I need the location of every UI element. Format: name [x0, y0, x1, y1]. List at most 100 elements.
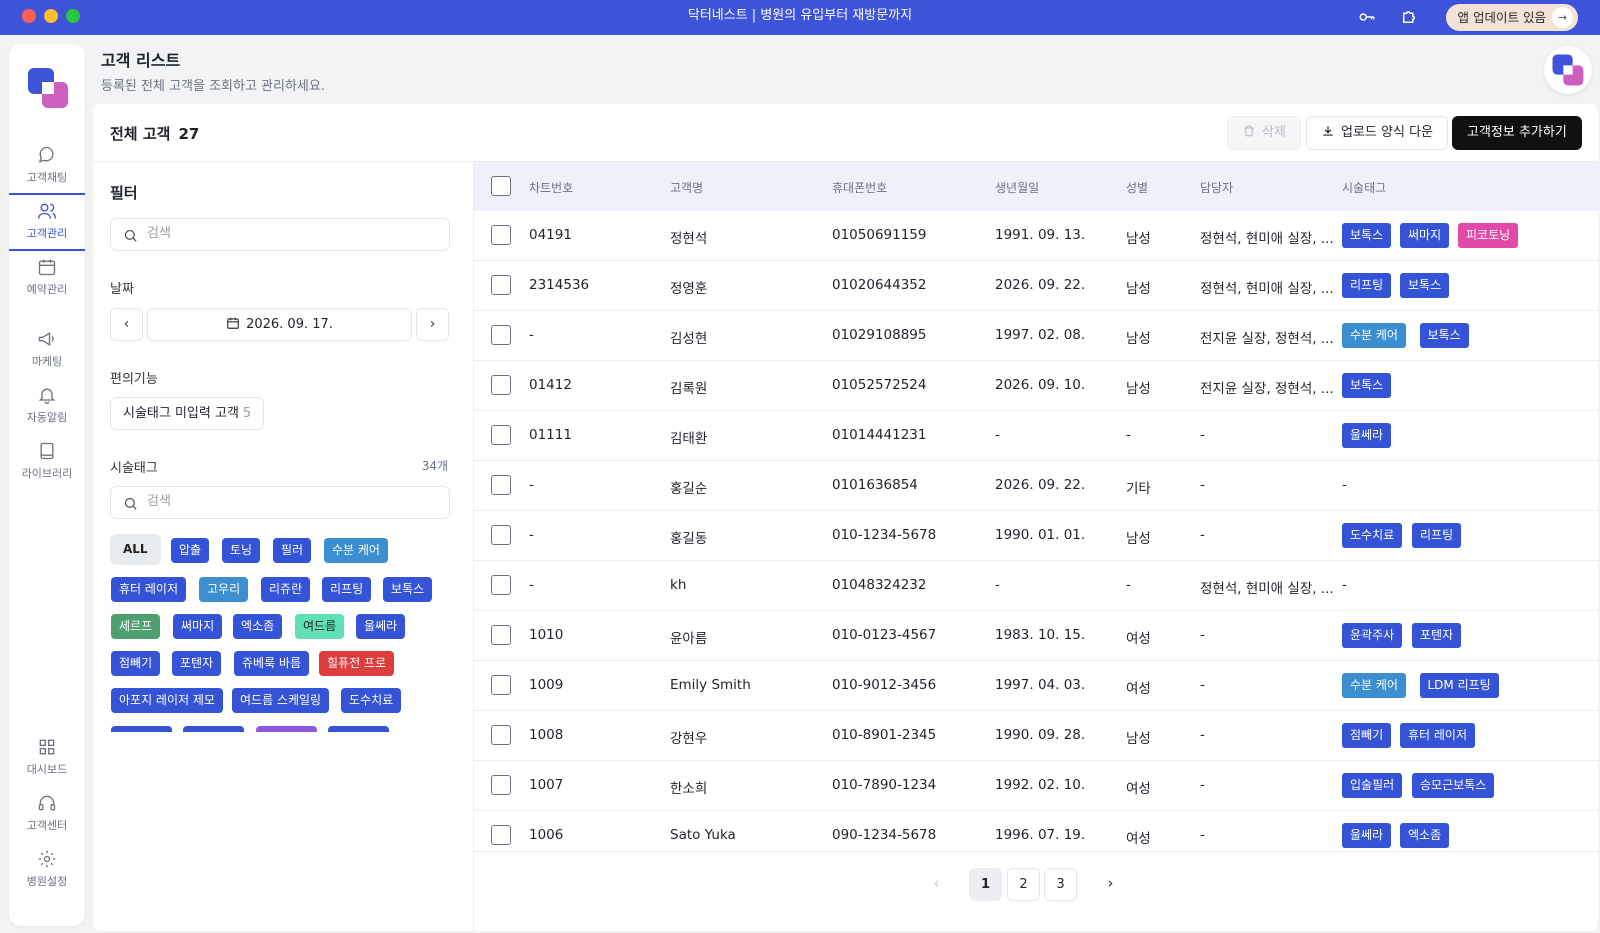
tag-chip[interactable]: 울쎄라	[1342, 423, 1392, 448]
tag-filter-chip[interactable]: 엑소좀	[233, 614, 283, 639]
tag-filter-chip[interactable]: 리쥬란	[261, 577, 311, 602]
row-checkbox[interactable]	[491, 375, 511, 395]
sidebar-item-settings[interactable]: 병원설정	[9, 845, 85, 899]
table-row[interactable]: - 홍길동 010-1234-5678 1990. 01. 01. 남성 - 도수치료 리프팅	[474, 511, 1598, 561]
tag-chip[interactable]: 리프팅	[1412, 523, 1462, 548]
tag-chip[interactable]: 수분 케어	[1342, 673, 1406, 698]
tag-filter-all[interactable]: ALL	[110, 534, 161, 565]
tag-chip[interactable]: 수분 케어	[1342, 323, 1406, 348]
row-checkbox[interactable]	[491, 825, 511, 845]
download-template-button[interactable]: 업로드 양식 다운	[1306, 116, 1448, 150]
table-row[interactable]: 1010 윤아름 010-0123-4567 1983. 10. 15. 여성 - 윤곽주사…	[474, 611, 1598, 661]
tag-filter-chip[interactable]: 여드름 스케일링	[232, 688, 330, 713]
tag-filter-chip[interactable]: 울쎄라	[356, 614, 406, 639]
row-checkbox[interactable]	[491, 575, 511, 595]
puzzle-icon[interactable]	[1400, 8, 1418, 26]
app-update-button[interactable]: 앱 업데이트 있음 →	[1445, 4, 1578, 31]
tag-chip[interactable]: 보톡스	[1342, 223, 1392, 248]
tag-chip[interactable]: 윤곽주사	[1342, 623, 1403, 648]
tag-chip[interactable]: LDM 리프팅	[1419, 673, 1499, 698]
filter-search[interactable]	[110, 218, 450, 251]
sidebar-item-library[interactable]: 라이브러리	[9, 437, 85, 491]
profile-avatar[interactable]	[1544, 46, 1592, 94]
table-row[interactable]: - 김성현 01029108895 1997. 02. 08. 남성 전지윤 실장, 정현…	[474, 311, 1598, 361]
tag-filter-chip-partial[interactable]	[111, 726, 172, 732]
delete-button[interactable]: 삭제	[1227, 116, 1301, 150]
table-row[interactable]: 01412 김록원 01052572524 2026. 09. 10. 남성 전지윤 실장…	[474, 361, 1598, 411]
column-header[interactable]: 고객명	[670, 179, 703, 196]
tag-chip[interactable]: 써마지	[1400, 223, 1450, 248]
sidebar-item-chat[interactable]: 고객채팅	[9, 141, 85, 195]
row-checkbox[interactable]	[491, 725, 511, 745]
column-header[interactable]: 생년월일	[995, 179, 1039, 196]
tag-filter-chip[interactable]: 보톡스	[383, 577, 433, 602]
untagged-customers-chip[interactable]: 시술태그 미입력 고객 5	[110, 397, 265, 430]
tag-filter-chip[interactable]: 리프팅	[322, 577, 372, 602]
tag-chip[interactable]: 휴터 레이저	[1400, 723, 1476, 748]
tag-chip[interactable]: 보톡스	[1342, 373, 1392, 398]
tag-filter-chip[interactable]: 포텐자	[172, 651, 222, 676]
row-checkbox[interactable]	[491, 625, 511, 645]
tag-chip[interactable]: 포텐자	[1412, 623, 1462, 648]
tag-filter-chip[interactable]: 쥬베룩 바름	[234, 651, 310, 676]
page-button[interactable]: 1	[969, 868, 1002, 901]
table-row[interactable]: 01111 김태환 01014441231 - - - 울쎄라	[474, 411, 1598, 461]
sidebar-item-notifications[interactable]: 자동알림	[9, 381, 85, 435]
table-row[interactable]: 1007 한소희 010-7890-1234 1992. 02. 10. 여성 - 입술필러…	[474, 761, 1598, 811]
tag-filter-chip-partial[interactable]	[256, 726, 317, 732]
select-all-checkbox[interactable]	[491, 176, 511, 196]
tag-chip[interactable]: 울쎄라	[1342, 823, 1392, 848]
tag-filter-chip[interactable]: 여드름	[295, 614, 345, 639]
tag-filter-chip[interactable]: 토닝	[222, 538, 261, 563]
sidebar-item-customers[interactable]: 고객관리	[9, 193, 85, 251]
row-checkbox[interactable]	[491, 525, 511, 545]
tag-filter-chip[interactable]: 아포지 레이저 제모	[111, 688, 223, 713]
add-customer-button[interactable]: 고객정보 추가하기	[1452, 116, 1582, 150]
column-header[interactable]: 담당자	[1200, 179, 1233, 196]
tag-chip[interactable]: 엑소좀	[1400, 823, 1450, 848]
row-checkbox[interactable]	[491, 675, 511, 695]
column-header[interactable]: 시술태그	[1342, 179, 1386, 196]
date-next-button[interactable]: ›	[416, 308, 449, 341]
table-row[interactable]: 2314536 정영훈 01020644352 2026. 09. 22. 남성 정현석,…	[474, 261, 1598, 311]
date-field[interactable]: 2026. 09. 17.	[147, 308, 412, 341]
tag-filter-chip-partial[interactable]	[183, 726, 244, 732]
column-header[interactable]: 차트번호	[529, 179, 573, 196]
tag-filter-chip[interactable]: 필러	[273, 538, 312, 563]
row-checkbox[interactable]	[491, 475, 511, 495]
tag-filter-chip[interactable]: 고우리	[199, 577, 249, 602]
tag-chip[interactable]: 피코토닝	[1458, 223, 1519, 248]
tag-chip[interactable]: 보톡스	[1400, 273, 1450, 298]
next-page-button[interactable]: ›	[1094, 868, 1127, 901]
tag-chip[interactable]: 보톡스	[1419, 323, 1469, 348]
filter-search-input[interactable]	[147, 226, 437, 241]
key-icon[interactable]	[1358, 8, 1376, 26]
tag-filter-chip-partial[interactable]	[328, 726, 389, 732]
table-row[interactable]: 04191 정현석 01050691159 1991. 09. 13. 남성 정현석, 현…	[474, 211, 1598, 261]
table-row[interactable]: 1006 Sato Yuka 090-1234-5678 1996. 07. 19. 여…	[474, 811, 1598, 851]
row-checkbox[interactable]	[491, 425, 511, 445]
row-checkbox[interactable]	[491, 275, 511, 295]
tag-filter-chip[interactable]: 도수치료	[341, 688, 402, 713]
tag-chip[interactable]: 승모근보톡스	[1412, 773, 1495, 798]
sidebar-item-dashboard[interactable]: 대시보드	[9, 733, 85, 787]
sidebar-item-marketing[interactable]: 마케팅	[9, 325, 85, 379]
table-row[interactable]: - kh 01048324232- - 정현석, 현미애 실장, ... -	[474, 561, 1598, 611]
table-row[interactable]: 1009 Emily Smith 010-9012-3456 1997. 04. 03…	[474, 661, 1598, 711]
row-checkbox[interactable]	[491, 775, 511, 795]
tag-filter-chip[interactable]: 휴터 레이저	[111, 577, 187, 602]
tag-filter-chip[interactable]: 점빼기	[111, 651, 161, 676]
column-header[interactable]: 성별	[1126, 179, 1148, 196]
date-prev-button[interactable]: ‹	[110, 308, 143, 341]
sidebar-item-support[interactable]: 고객센터	[9, 789, 85, 843]
page-button[interactable]: 2	[1007, 868, 1040, 901]
row-checkbox[interactable]	[491, 325, 511, 345]
page-button[interactable]: 3	[1044, 868, 1077, 901]
tag-filter-chip[interactable]: 힐퓨전 프로	[319, 651, 395, 676]
row-checkbox[interactable]	[491, 225, 511, 245]
tag-filter-chip[interactable]: 써마지	[173, 614, 223, 639]
tag-search[interactable]	[110, 486, 450, 519]
table-row[interactable]: - 홍길순 0101636854 2026. 09. 22. 기타 - -	[474, 461, 1598, 511]
tag-filter-chip[interactable]: 압출	[171, 538, 210, 563]
tag-chip[interactable]: 도수치료	[1342, 523, 1403, 548]
